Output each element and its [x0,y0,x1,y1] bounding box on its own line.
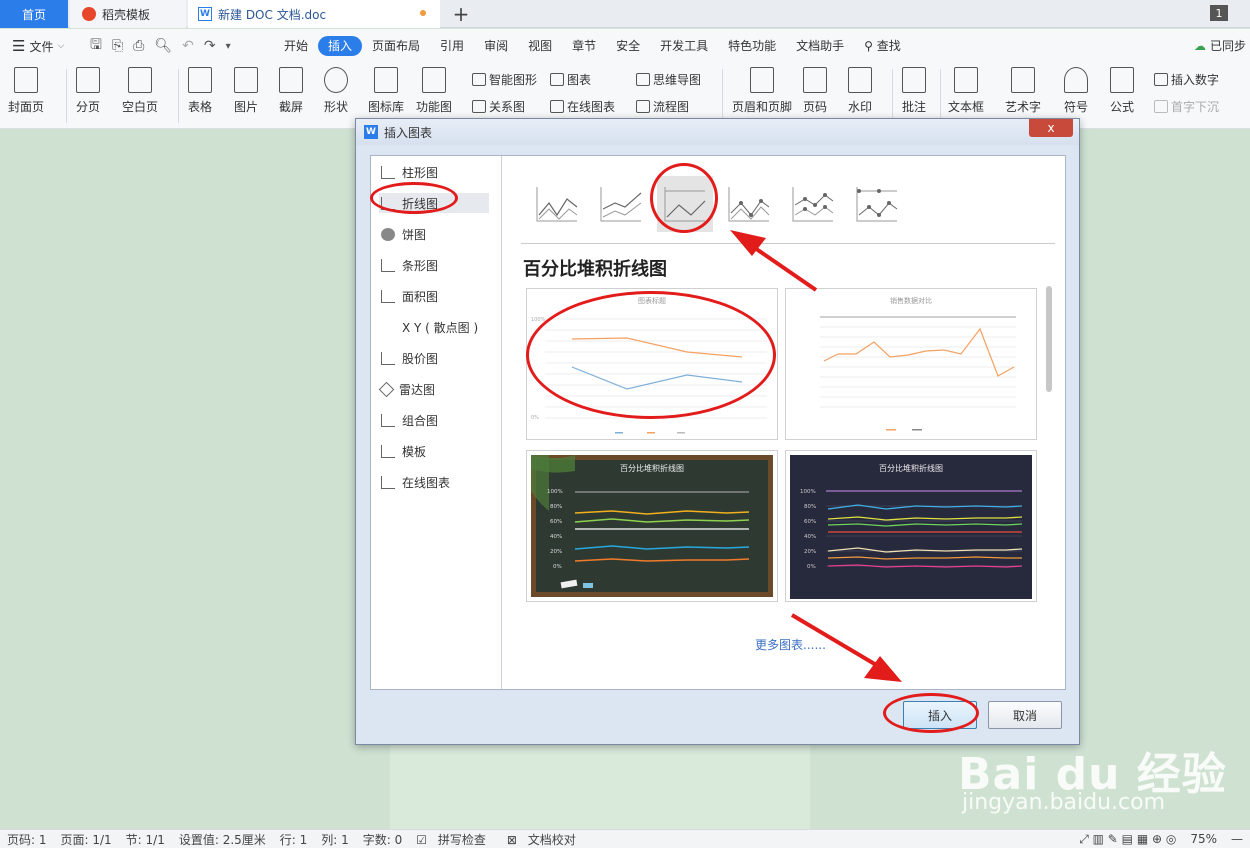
status-column[interactable]: 列: 1 [314,831,356,848]
spell-check-label: 拼写检查 [437,832,486,847]
status-setting[interactable]: 设置值: 2.5厘米 [172,831,273,848]
annotation-arrows [730,230,902,682]
status-bar: 页码: 1 页面: 1/1 节: 1/1 设置值: 2.5厘米 行: 1 列: … [0,829,1250,848]
spell-check-toggle[interactable]: ☑ 拼写检查 [409,831,500,848]
arrow-to-insert [790,613,880,668]
baidu-jingyan-watermark: Bai du 经验 jingyan.baidu.com [958,730,1238,830]
status-pages[interactable]: 页面: 1/1 [54,831,119,848]
status-page-number[interactable]: 页码: 1 [0,831,54,848]
zoom-out-button[interactable]: — [1224,832,1250,846]
watermark-url: jingyan.baidu.com [962,790,1166,815]
doc-proofread-toggle[interactable]: ⊠ 文档校对 [500,831,590,848]
status-word-count[interactable]: 字数: 0 [356,831,410,848]
zoom-level[interactable]: 75% [1183,832,1224,846]
status-section[interactable]: 节: 1/1 [119,831,172,848]
view-mode-icons[interactable]: ⤢ ▥ ✎ ▤ ▦ ⊕ ◎ [1072,832,1183,847]
status-row[interactable]: 行: 1 [273,831,315,848]
arrow-to-subtype [750,244,818,292]
doc-proofread-label: 文档校对 [527,832,576,847]
